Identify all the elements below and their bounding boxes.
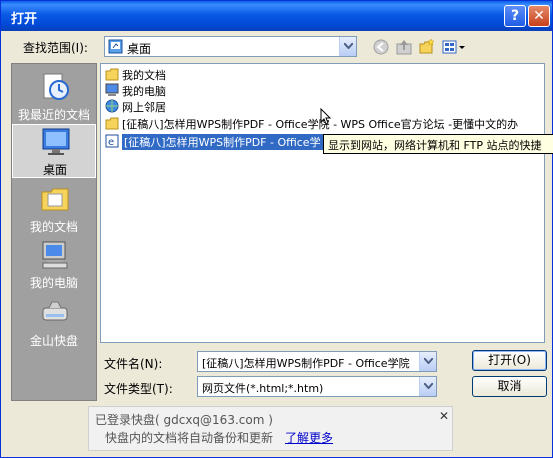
ie-page-icon: e xyxy=(105,134,119,148)
desktop-icon xyxy=(108,39,123,54)
my-computer-icon xyxy=(105,83,119,96)
tooltip: 显示到网站，网络计算机和 FTP 站点的快捷 xyxy=(323,134,553,154)
my-computer-icon xyxy=(42,241,68,269)
up-folder-icon[interactable] xyxy=(395,38,413,56)
back-icon[interactable] xyxy=(372,38,390,56)
kuaipan-banner: 已登录快盘( gdcxq@163.com ) 快盘内的文档将自动备份和更新 了解更… xyxy=(88,406,453,451)
window-title: 打开 xyxy=(11,12,38,27)
views-menu-icon[interactable] xyxy=(442,38,466,56)
file-name-label: 文件名(N): xyxy=(104,357,163,371)
place-kuaipan[interactable]: 金山快盘 xyxy=(12,296,96,350)
place-label: 我的文档 xyxy=(29,220,78,234)
chevron-down-icon[interactable] xyxy=(419,352,436,371)
place-desktop[interactable]: 桌面 xyxy=(12,124,96,178)
file-list[interactable]: 我的文档 我的电脑 网上邻居 [征稿八]怎样用WPS制作PDF - Office… xyxy=(100,63,545,343)
place-label: 我最近的文档 xyxy=(17,108,90,122)
my-documents-icon xyxy=(41,188,69,211)
close-button[interactable]: ✕ xyxy=(528,5,550,27)
banner-login-status: 已登录快盘( gdcxq@163.com ) xyxy=(95,413,273,427)
place-recent-docs[interactable]: 我最近的文档 xyxy=(12,70,96,124)
place-label: 我的电脑 xyxy=(29,276,78,290)
chevron-down-icon[interactable] xyxy=(419,377,436,396)
kuaipan-drive-icon xyxy=(42,301,68,321)
place-label: 金山快盘 xyxy=(29,334,78,348)
places-bar: 我最近的文档 桌面 我的文档 我的电脑 金山快盘 xyxy=(11,63,97,401)
banner-backup-note: 快盘内的文档将自动备份和更新 了解更多 xyxy=(105,431,334,445)
close-icon[interactable]: ✕ xyxy=(439,409,449,423)
recent-docs-icon xyxy=(43,73,69,100)
title-bar[interactable]: 打开 ? ✕ xyxy=(1,1,552,31)
file-name-field[interactable]: [征稿八]怎样用WPS制作PDF - Office学院 xyxy=(197,351,437,372)
look-in-value: 桌面 xyxy=(127,42,152,56)
place-my-computer[interactable]: 我的电脑 xyxy=(12,238,96,292)
chevron-down-icon[interactable] xyxy=(339,37,356,56)
file-name-value: [征稿八]怎样用WPS制作PDF - Office学院 xyxy=(202,357,410,370)
help-button[interactable]: ? xyxy=(504,5,526,27)
mouse-cursor-icon xyxy=(320,108,332,125)
desktop-icon xyxy=(42,128,70,155)
place-label: 桌面 xyxy=(42,163,67,177)
open-file-dialog: 打开 ? ✕ 查找范围(I): 桌面 我最近的文档 桌面 我的文档 我的电脑 金… xyxy=(0,0,553,458)
open-button[interactable]: 打开(O) xyxy=(472,350,547,371)
file-type-label: 文件类型(T): xyxy=(104,382,173,396)
cancel-button[interactable]: 取消 xyxy=(472,376,547,397)
place-my-documents[interactable]: 我的文档 xyxy=(12,182,96,236)
file-type-value: 网页文件(*.html;*.htm) xyxy=(202,382,324,395)
svg-text:e: e xyxy=(108,137,114,148)
look-in-label: 查找范围(I): xyxy=(23,41,88,55)
file-type-dropdown[interactable]: 网页文件(*.html;*.htm) xyxy=(197,376,437,397)
new-folder-icon[interactable] xyxy=(418,38,436,56)
learn-more-link[interactable]: 了解更多 xyxy=(285,431,333,445)
look-in-dropdown[interactable]: 桌面 xyxy=(104,36,357,57)
my-documents-icon xyxy=(105,68,119,81)
network-places-icon xyxy=(105,99,119,113)
folder-icon xyxy=(105,117,119,130)
